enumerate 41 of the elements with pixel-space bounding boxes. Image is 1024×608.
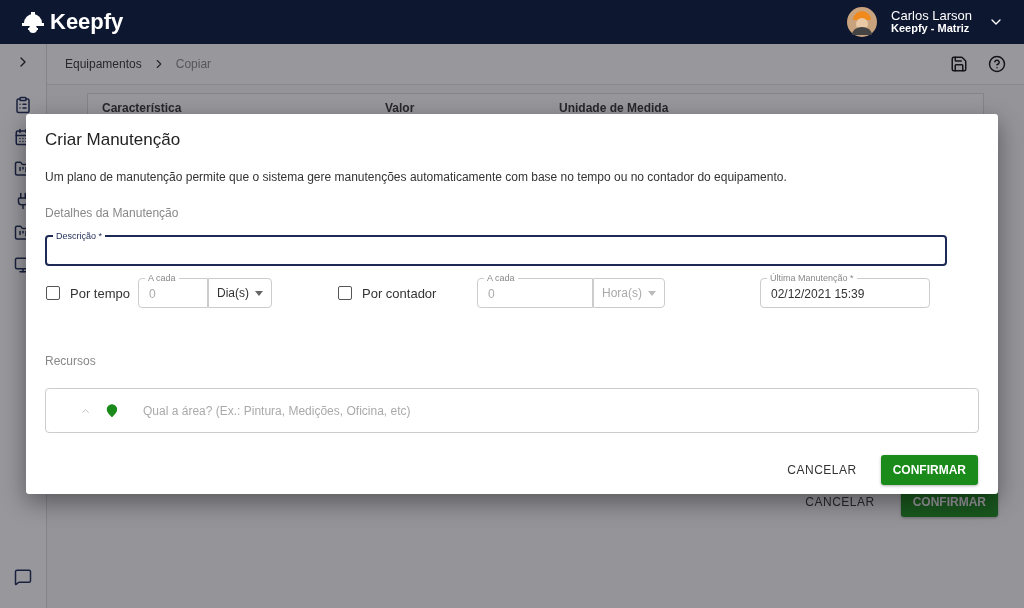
caret-icon bbox=[648, 290, 656, 296]
dialog-description: Um plano de manutenção permite que o sistema gere manutenções automaticamente com base no tempo ou no contador do equipamento. bbox=[45, 170, 788, 184]
checkbox[interactable] bbox=[338, 286, 352, 300]
text-input[interactable]: 02/12/2021 15:39 bbox=[769, 285, 921, 302]
save-icon[interactable] bbox=[950, 55, 968, 73]
field-label: Última Manutenção * bbox=[769, 272, 855, 284]
help-icon[interactable] bbox=[988, 55, 1006, 73]
cancel-button[interactable]: CANCELAR bbox=[781, 455, 863, 485]
confirm-button[interactable]: CONFIRMAR bbox=[880, 455, 978, 485]
interval-field[interactable]: A cada 0 bbox=[477, 272, 593, 308]
area-field[interactable]: Qual a área? (Ex.: Pintura, Medições, Oficina, etc) bbox=[45, 388, 979, 433]
section-label: Detalhes da Manutenção bbox=[45, 206, 180, 220]
column-header: Característica bbox=[102, 101, 183, 115]
clipboard-icon[interactable] bbox=[14, 96, 32, 114]
dialog-title: Criar Manutenção bbox=[45, 130, 182, 150]
date-field[interactable]: Última Manutenção * 02/12/2021 15:39 bbox=[760, 272, 930, 308]
user-name: Carlos Larson bbox=[891, 9, 972, 22]
chat-icon[interactable] bbox=[14, 568, 32, 586]
checkbox[interactable] bbox=[46, 286, 60, 300]
field-label: A cada bbox=[147, 272, 177, 284]
section-label: Recursos bbox=[45, 354, 97, 368]
text-input[interactable]: Qual a área? (Ex.: Pintura, Medições, Oficina, etc) bbox=[141, 402, 970, 419]
text-input[interactable]: 0 bbox=[486, 285, 584, 302]
text-input[interactable]: 0 bbox=[147, 285, 199, 302]
checkbox-label: Por tempo bbox=[70, 285, 131, 301]
cancel-button[interactable]: CANCELAR bbox=[799, 487, 881, 517]
column-header: Unidade de Medida bbox=[559, 101, 670, 115]
organization-name: Keepfy - Matriz bbox=[891, 22, 971, 35]
caret-icon bbox=[255, 290, 263, 296]
checkbox-label: Por contador bbox=[362, 285, 438, 301]
field-label: Descrição * bbox=[55, 230, 103, 242]
location-pin-icon bbox=[105, 403, 120, 418]
breadcrumb-item: Copiar bbox=[175, 57, 212, 71]
column-header: Valor bbox=[385, 101, 416, 115]
field-label: A cada bbox=[486, 272, 516, 284]
avatar[interactable] bbox=[847, 7, 878, 37]
breadcrumb-item[interactable]: Equipamentos bbox=[65, 57, 142, 71]
unit-select[interactable]: Dia(s) bbox=[208, 278, 272, 308]
interval-field[interactable]: A cada 0 bbox=[138, 272, 208, 308]
brand-name: Keepfy bbox=[50, 9, 124, 35]
description-field[interactable]: Descrição * bbox=[45, 230, 947, 266]
